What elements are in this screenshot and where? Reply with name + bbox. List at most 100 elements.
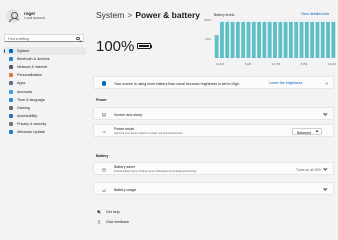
- battery-level-bar: [310, 21, 315, 58]
- battery-level-bar: [251, 21, 256, 58]
- battery-saver-title: Battery saver: [114, 165, 136, 170]
- battery-usage-card[interactable]: Battery usage: [93, 182, 334, 195]
- x-tick-label: 6 PM: [301, 62, 308, 66]
- sidebar-item-system[interactable]: System: [3, 47, 86, 56]
- chevron-down-icon[interactable]: [323, 166, 328, 171]
- battery-level-bar: [294, 21, 299, 58]
- battery-level-bar: [299, 21, 304, 58]
- battery-level-bar: [214, 35, 219, 58]
- x-tick-label: 12 AM: [216, 62, 225, 66]
- brightness-info-text: Your screen is using more battery than u…: [114, 81, 240, 86]
- battery-level-bar: [257, 21, 261, 58]
- battery-level-bar: [220, 21, 224, 58]
- accounts-icon: [9, 89, 13, 94]
- battery-level-bar: [331, 21, 336, 58]
- power-mode-dropdown[interactable]: Balanced: [292, 128, 322, 135]
- chevron-down-icon[interactable]: [323, 111, 328, 116]
- apps-icon: [9, 81, 13, 86]
- battery-level-bar: [230, 21, 235, 58]
- battery-full-icon: [137, 43, 153, 49]
- chevron-down-icon[interactable]: [323, 186, 328, 191]
- monitor-icon: [102, 112, 106, 117]
- battery-level-bar: [235, 21, 240, 58]
- network-and-internet-icon: [9, 65, 13, 70]
- breadcrumb-current: Power & battery: [135, 10, 201, 20]
- sidebar-item-personalization[interactable]: Personalization: [3, 71, 86, 79]
- battery-level-bar: [315, 21, 320, 58]
- user-account-type: Local account: [24, 16, 45, 20]
- close-icon[interactable]: ×: [325, 81, 328, 86]
- page-title: System > Power & battery: [96, 10, 200, 20]
- privacy-and-security-icon: [9, 121, 13, 126]
- sidebar-item-label: Windows Update: [17, 129, 45, 134]
- accessibility-icon: [9, 113, 13, 118]
- x-tick-label: 12 AM: [328, 62, 337, 66]
- breadcrumb-system[interactable]: System: [96, 10, 124, 20]
- chevron-down-icon: [315, 129, 319, 133]
- bluetooth-and-devices-icon: [9, 57, 13, 62]
- info-icon: [102, 81, 107, 86]
- sidebar-nav: System Bluetooth & devices Network & inter…: [3, 47, 86, 136]
- battery-level-bar: [273, 21, 277, 58]
- sidebar-item-gaming[interactable]: Gaming: [3, 104, 86, 112]
- avatar[interactable]: [6, 9, 20, 23]
- gaming-icon: [9, 105, 13, 110]
- battery-level-bar: [262, 21, 267, 58]
- battery-level-bar: [241, 21, 246, 58]
- power-mode-card: Power mode Optimize your device based on…: [93, 124, 334, 137]
- battery-level-bar: [246, 21, 251, 58]
- get-help-link[interactable]: Get help: [97, 210, 120, 214]
- feedback-icon: [97, 220, 101, 224]
- sidebar-item-label: Network & internet: [17, 65, 48, 70]
- sidebar-item-time-and-language[interactable]: Time & language: [3, 96, 86, 104]
- power-mode-subtitle: Optimize your device based on power use …: [114, 132, 183, 135]
- sidebar-item-bluetooth-and-devices[interactable]: Bluetooth & devices: [3, 55, 86, 63]
- user-profile[interactable]: roger Local account: [6, 9, 45, 23]
- sidebar-item-label: Bluetooth & devices: [17, 57, 50, 62]
- sidebar-item-label: Time & language: [17, 97, 45, 102]
- system-icon: [9, 49, 13, 54]
- sidebar-item-label: Apps: [17, 81, 26, 86]
- sidebar-item-accessibility[interactable]: Accessibility: [3, 112, 86, 120]
- help-icon: [97, 210, 101, 214]
- sidebar-item-label: Accounts: [17, 89, 33, 94]
- battery-level-bar: [320, 21, 325, 58]
- sidebar-item-label: System: [17, 49, 30, 54]
- sidebar-item-label: Personalization: [17, 73, 43, 78]
- windows-update-icon: [9, 129, 13, 134]
- battery-levels-chart: 100% 50% 12 AM 6 AM 12 PM 6 PM 12 AM: [204, 18, 337, 66]
- sidebar-item-label: Accessibility: [17, 113, 38, 118]
- battery-saver-subtitle: Extend battery life by limiting some not…: [114, 170, 197, 173]
- get-help-label: Get help: [106, 210, 120, 214]
- breadcrumb-separator: >: [127, 10, 133, 20]
- battery-level-bar: [278, 21, 283, 58]
- battery-level-bar: [225, 21, 230, 58]
- lower-brightness-link[interactable]: Lower the brightness: [269, 81, 302, 85]
- sidebar-item-network-and-internet[interactable]: Network & internet: [3, 63, 86, 71]
- battery-level-bar: [304, 21, 309, 58]
- screen-and-sleep-title: Screen and sleep: [114, 112, 142, 117]
- give-feedback-label: Give feedback: [106, 220, 129, 224]
- power-mode-value: Balanced: [297, 130, 312, 135]
- sidebar-item-windows-update[interactable]: Windows Update: [3, 128, 86, 136]
- battery-level-bar: [289, 21, 293, 58]
- x-tick-label: 12 PM: [272, 62, 281, 66]
- brightness-info-card: Your screen is using more battery than u…: [93, 76, 334, 89]
- give-feedback-link[interactable]: Give feedback: [97, 220, 129, 224]
- sidebar: roger Local account Find a setting Syste…: [0, 0, 96, 240]
- search-placeholder: Find a setting: [8, 36, 30, 41]
- battery-usage-title: Battery usage: [114, 187, 137, 192]
- search-input[interactable]: Find a setting: [4, 34, 84, 42]
- power-mode-icon: [102, 130, 106, 133]
- battery-saver-card[interactable]: Battery saver Extend battery life by lim…: [93, 162, 334, 175]
- sidebar-item-label: Gaming: [17, 105, 30, 110]
- sidebar-item-apps[interactable]: Apps: [3, 79, 86, 87]
- sidebar-item-accounts[interactable]: Accounts: [3, 87, 86, 95]
- power-section-label: Power: [96, 98, 107, 102]
- time-and-language-icon: [9, 97, 13, 102]
- search-icon[interactable]: [76, 36, 80, 41]
- battery-level-bar: [283, 21, 288, 58]
- sidebar-item-label: Privacy & security: [17, 121, 47, 126]
- screen-and-sleep-card[interactable]: Screen and sleep: [93, 107, 334, 120]
- sidebar-item-privacy-and-security[interactable]: Privacy & security: [3, 120, 86, 128]
